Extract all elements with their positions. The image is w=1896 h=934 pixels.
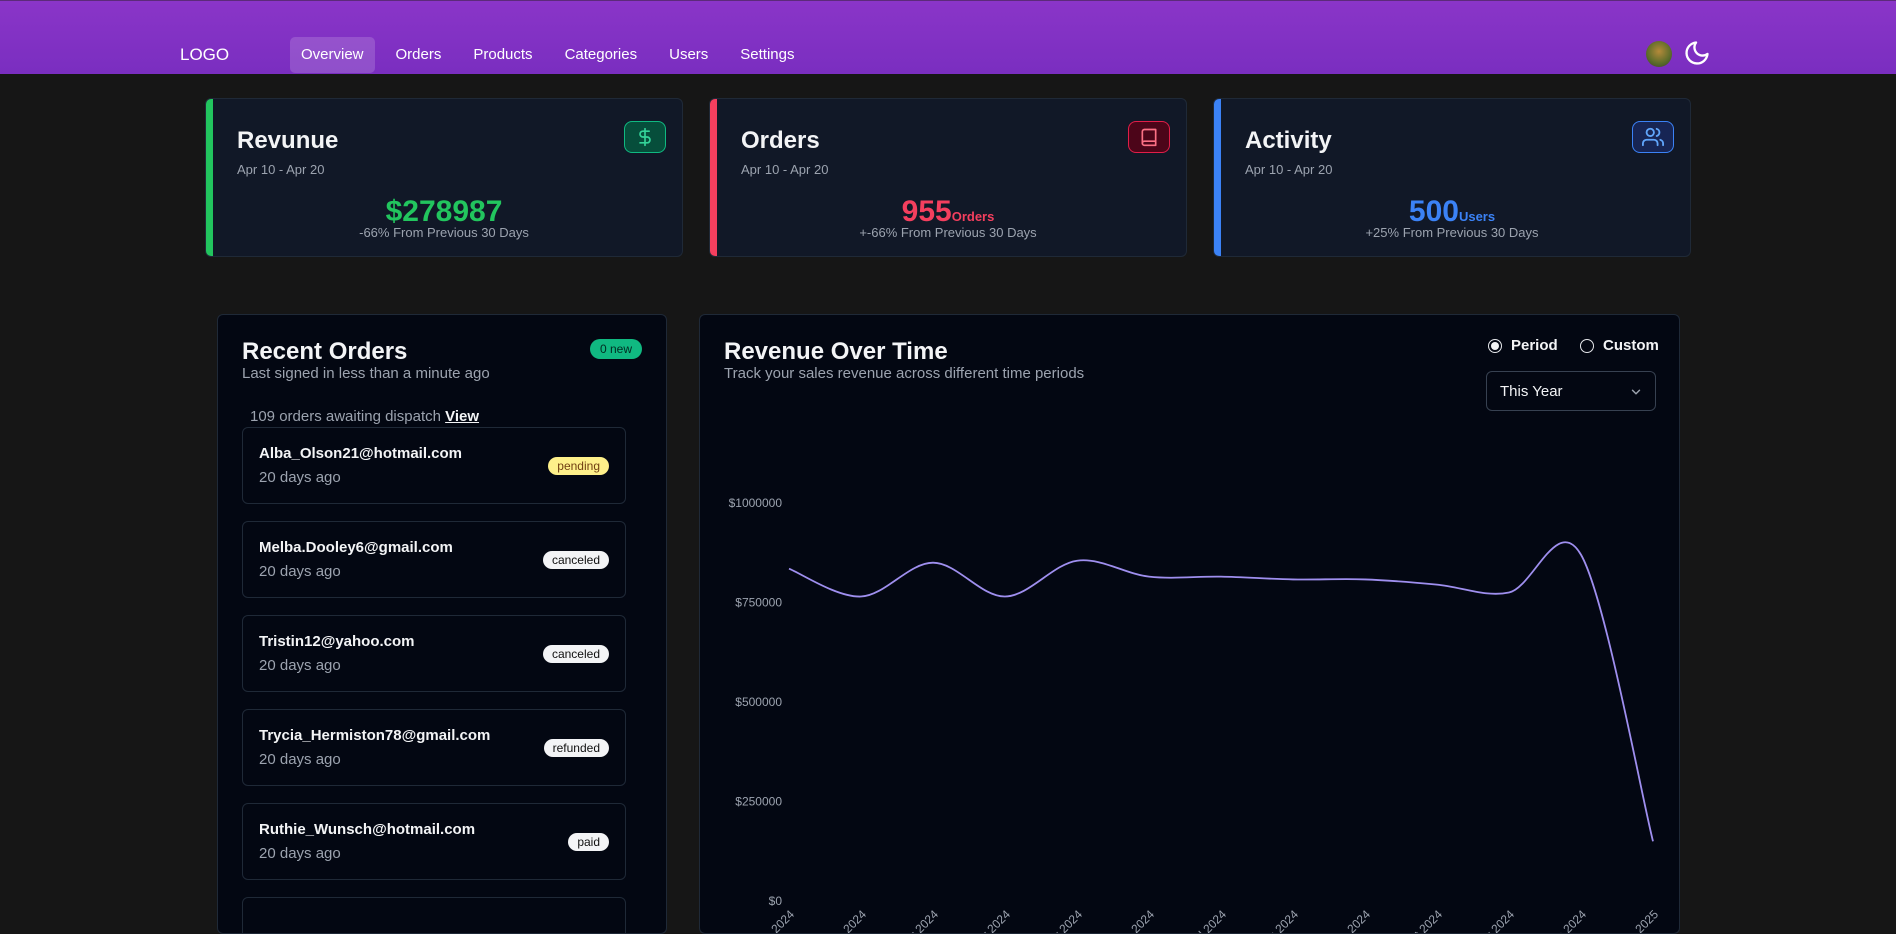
revenue-stat-card: Revunue Apr 10 - Apr 20 $278987 -66% Fro… — [205, 98, 683, 257]
card-title: Activity — [1245, 127, 1332, 154]
y-tick-label: $250000 — [735, 795, 782, 809]
activity-unit: Users — [1458, 209, 1496, 224]
y-axis-ticks: $0 $250000 $500000 $750000 $1000000 — [729, 496, 783, 908]
x-tick-label: Jul 2024 — [1187, 907, 1229, 934]
nav-item-orders[interactable]: Orders — [385, 37, 453, 73]
activity-stat-card: Activity Apr 10 - Apr 20 500Users +25% F… — [1213, 98, 1691, 257]
order-item[interactable]: Tristin12@yahoo.com 20 days ago canceled — [242, 615, 626, 692]
order-email: Melba.Dooley6@gmail.com — [259, 539, 453, 556]
status-badge: canceled — [542, 645, 609, 663]
book-icon — [1128, 121, 1170, 153]
order-time: 20 days ago — [259, 657, 341, 674]
x-tick-label: Jan 2024 — [752, 907, 797, 934]
revenue-line-chart: $0 $250000 $500000 $750000 $1000000 Jan 2024… — [729, 496, 1662, 934]
orders-value: 955 — [901, 195, 952, 228]
orders-stat-card: Orders Apr 10 - Apr 20 955Orders +-66% F… — [709, 98, 1187, 257]
card-value-row: 955Orders — [710, 195, 1186, 229]
x-tick-label: Mar 2024 — [895, 907, 941, 934]
orders-unit: Orders — [951, 209, 995, 224]
main-nav: Overview Orders Products Categories User… — [290, 37, 815, 73]
activity-value: 500 — [1408, 195, 1459, 228]
radio-period-label: Period — [1511, 337, 1558, 354]
card-title: Revunue — [237, 127, 339, 154]
order-email: Trycia_Hermiston78@gmail.com — [259, 727, 491, 744]
recent-orders-panel: Recent Orders Last signed in less than a… — [217, 314, 667, 934]
y-tick-label: $500000 — [735, 695, 782, 709]
radio-period[interactable]: Period — [1488, 337, 1558, 354]
x-axis-ticks: Jan 2024 Feb 2024 Mar 2024 Apr 2024 May 2024… — [752, 907, 1661, 934]
order-email: Tristin12@yahoo.com — [259, 633, 415, 650]
x-tick-label: Jan 2025 — [1616, 907, 1661, 934]
y-tick-label: $0 — [769, 894, 783, 908]
radio-selected-dot — [1491, 341, 1499, 350]
radio-custom[interactable]: Custom — [1580, 337, 1659, 354]
moon-icon[interactable] — [1683, 39, 1711, 67]
revenue-value: $278987 — [385, 195, 503, 228]
user-avatar[interactable] — [1646, 41, 1672, 67]
logo[interactable]: LOGO — [180, 45, 229, 65]
radio-button[interactable] — [1580, 338, 1594, 353]
x-tick-label: Dec 2024 — [1543, 907, 1589, 934]
radio-custom-label: Custom — [1603, 337, 1659, 354]
card-title: Orders — [741, 127, 820, 154]
order-item[interactable]: Trycia_Hermiston78@gmail.com 20 days ago… — [242, 709, 626, 786]
status-badge: paid — [568, 833, 609, 851]
new-orders-badge: 0 new — [589, 339, 642, 359]
order-email: Ruthie_Wunsch@hotmail.com — [259, 821, 476, 838]
nav-item-users[interactable]: Users — [658, 37, 719, 73]
revenue-series-line — [788, 541, 1654, 842]
dollar-icon — [624, 121, 666, 153]
chart-title: Revenue Over Time — [724, 338, 948, 365]
order-time: 20 days ago — [259, 751, 341, 768]
card-change-text: +25% From Previous 30 Days — [1365, 225, 1539, 240]
status-badge: canceled — [542, 551, 609, 569]
order-item[interactable]: Melba.Dooley6@gmail.com 20 days ago canc… — [242, 521, 626, 598]
card-date: Apr 10 - Apr 20 — [1245, 162, 1333, 177]
order-item[interactable]: Ruthie_Wunsch@hotmail.com 20 days ago pa… — [242, 803, 626, 880]
card-change-text: -66% From Previous 30 Days — [359, 225, 529, 240]
x-tick-label: Jun 2024 — [1112, 907, 1157, 934]
order-time: 20 days ago — [259, 845, 341, 862]
x-tick-label: Feb 2024 — [823, 907, 869, 934]
order-item[interactable] — [242, 897, 626, 933]
view-dispatch-link[interactable]: View — [445, 408, 479, 425]
order-item[interactable]: Alba_Olson21@hotmail.com 20 days ago pen… — [242, 427, 626, 504]
recent-orders-title: Recent Orders — [242, 338, 408, 365]
dispatch-text: 109 orders awaiting dispatch — [250, 408, 441, 425]
revenue-chart-panel: Revenue Over Time Track your sales reven… — [699, 314, 1680, 934]
card-date: Apr 10 - Apr 20 — [741, 162, 829, 177]
x-tick-label: Apr 2024 — [969, 907, 1014, 934]
x-tick-label: Nov 2024 — [1471, 907, 1517, 934]
status-badge: pending — [548, 457, 609, 475]
x-tick-label: Oct 2024 — [1401, 907, 1446, 934]
nav-item-settings[interactable]: Settings — [729, 37, 805, 73]
card-date: Apr 10 - Apr 20 — [237, 162, 325, 177]
nav-item-categories[interactable]: Categories — [554, 37, 649, 73]
status-badge: refunded — [543, 739, 609, 757]
dispatch-notice: 109 orders awaiting dispatch View — [250, 408, 479, 425]
order-time: 20 days ago — [259, 563, 341, 580]
order-email: Alba_Olson21@hotmail.com — [259, 445, 463, 462]
card-change-text: +-66% From Previous 30 Days — [859, 225, 1037, 240]
card-value-row: 500Users — [1214, 195, 1690, 229]
radio-button[interactable] — [1488, 338, 1502, 353]
order-time: 20 days ago — [259, 469, 341, 486]
recent-orders-subtitle: Last signed in less than a minute ago — [242, 365, 490, 382]
y-tick-label: $750000 — [735, 596, 782, 610]
x-tick-label: Sep 2024 — [1327, 907, 1373, 934]
top-navbar: LOGO Overview Orders Products Categories… — [0, 0, 1896, 74]
y-tick-label: $1000000 — [729, 496, 783, 510]
users-icon — [1632, 121, 1674, 153]
x-tick-label: May 2024 — [1038, 907, 1085, 934]
x-tick-label: Aug 2024 — [1255, 907, 1301, 934]
nav-item-products[interactable]: Products — [462, 37, 543, 73]
card-value-row: $278987 — [206, 195, 682, 229]
nav-item-overview[interactable]: Overview — [290, 37, 375, 73]
